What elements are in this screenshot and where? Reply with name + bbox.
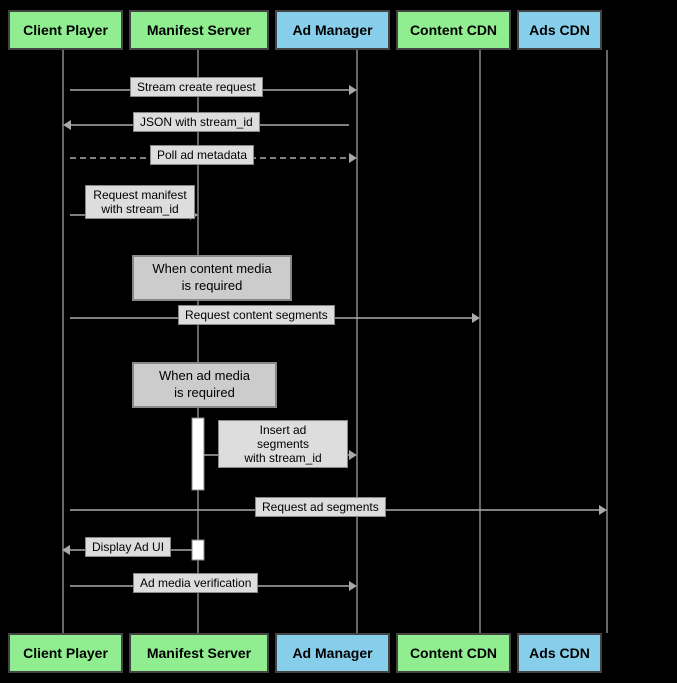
note-ad-media: When ad mediais required [132, 362, 277, 408]
actor-client-bottom: Client Player [8, 633, 123, 673]
actor-adscdn-top: Ads CDN [517, 10, 602, 50]
actor-manifest-bottom: Manifest Server [129, 633, 269, 673]
msg-label-json-streamid: JSON with stream_id [133, 112, 260, 132]
top-actor-bar: Client Player Manifest Server Ad Manager… [0, 10, 677, 50]
actor-contentcdn-bottom: Content CDN [396, 633, 511, 673]
msg-label-request-ad: Request ad segments [255, 497, 386, 517]
actor-manifest-top: Manifest Server [129, 10, 269, 50]
actor-client-top: Client Player [8, 10, 123, 50]
msg-label-poll-ad: Poll ad metadata [150, 145, 254, 165]
msg-label-insert-ad: Insert adsegmentswith stream_id [218, 420, 348, 468]
actor-contentcdn-top: Content CDN [396, 10, 511, 50]
actor-adscdn-bottom: Ads CDN [517, 633, 602, 673]
note-content-media: When content mediais required [132, 255, 292, 301]
sequence-diagram: Client Player Manifest Server Ad Manager… [0, 0, 677, 683]
actor-admanager-top: Ad Manager [275, 10, 390, 50]
msg-label-request-manifest: Request manifestwith stream_id [85, 185, 195, 219]
lifelines-svg [0, 0, 677, 683]
bottom-actor-bar: Client Player Manifest Server Ad Manager… [0, 633, 677, 673]
msg-label-request-content: Request content segments [178, 305, 335, 325]
msg-label-stream-create: Stream create request [130, 77, 263, 97]
msg-label-ad-verification: Ad media verification [133, 573, 258, 593]
msg-label-display-ad-ui: Display Ad UI [85, 537, 171, 557]
actor-admanager-bottom: Ad Manager [275, 633, 390, 673]
